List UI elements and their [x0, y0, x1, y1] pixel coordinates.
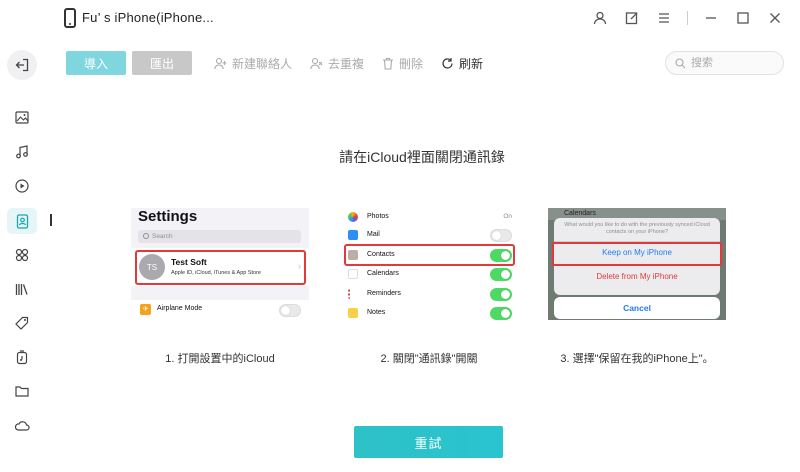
calendars-toggle	[490, 268, 512, 281]
user-icon[interactable]	[589, 9, 611, 27]
step-1-image: Settings Search TS Test Soft Apple ID, i…	[131, 208, 309, 320]
search-input[interactable]	[691, 57, 771, 69]
mail-row: Mail	[340, 226, 518, 246]
menu-icon[interactable]	[653, 9, 675, 27]
separator	[687, 11, 688, 25]
folder-icon[interactable]	[7, 378, 37, 404]
exit-icon[interactable]	[7, 50, 37, 80]
notes-label: Notes	[367, 309, 386, 316]
airplane-icon: ✈	[140, 304, 151, 315]
settings-search: Search	[138, 230, 301, 243]
notes-toggle	[490, 307, 512, 320]
retry-button[interactable]: 重試	[354, 426, 503, 458]
active-indicator	[50, 214, 52, 226]
refresh-button[interactable]: 刷新	[441, 55, 483, 72]
tag-icon[interactable]	[7, 310, 37, 336]
photos-row: Photos On	[340, 208, 518, 228]
sidebar	[0, 36, 44, 472]
mail-toggle	[490, 229, 512, 242]
settings-title: Settings	[138, 208, 198, 225]
photo-icon[interactable]	[7, 104, 37, 130]
video-icon[interactable]	[7, 173, 37, 199]
apps-icon[interactable]	[7, 242, 37, 268]
step-3-caption: 3. 選擇"保留在我的iPhone上"。	[560, 353, 714, 365]
highlight-box	[135, 250, 306, 285]
delete-label: 刪除	[399, 56, 424, 71]
reminders-row: Reminders	[340, 285, 518, 305]
import-button[interactable]: 導入	[66, 51, 126, 75]
airplane-toggle	[279, 304, 301, 317]
dedupe-label: 去重複	[328, 56, 365, 71]
new-contact-label: 新建聯絡人	[232, 56, 293, 71]
new-contact-button[interactable]: 新建聯絡人	[214, 55, 292, 72]
device-name[interactable]: Fu’ s iPhone(iPhone...	[82, 10, 214, 25]
notes-icon	[348, 308, 358, 318]
step-3-image: Calendars What would you like to do with…	[548, 208, 726, 320]
title-bar: Fu’ s iPhone(iPhone...	[0, 0, 800, 36]
step-1-caption: 1. 打開設置中的iCloud	[165, 353, 275, 365]
mail-label: Mail	[367, 231, 380, 238]
action-sheet-message: What would you like to do with the previ…	[564, 222, 710, 235]
airplane-row: ✈ Airplane Mode	[131, 300, 309, 320]
minimize-icon[interactable]	[700, 9, 722, 27]
mail-icon	[348, 230, 358, 240]
edit-icon[interactable]	[621, 9, 643, 27]
ringtone-icon[interactable]	[7, 344, 37, 370]
contacts-icon[interactable]	[7, 208, 37, 234]
airplane-label: Airplane Mode	[157, 305, 203, 312]
maximize-icon[interactable]	[732, 9, 754, 27]
photos-icon	[348, 212, 358, 222]
reminders-label: Reminders	[367, 290, 401, 297]
trash-icon	[383, 57, 394, 70]
reminders-toggle	[490, 288, 512, 301]
cloud-icon[interactable]	[7, 412, 37, 438]
export-button[interactable]: 匯出	[132, 51, 192, 75]
window-controls	[579, 9, 786, 27]
refresh-icon	[442, 57, 453, 69]
books-icon[interactable]	[7, 276, 37, 302]
dedupe-icon	[310, 57, 323, 69]
step-2-image: Photos On Mail Contacts Calendars Remind…	[340, 208, 518, 320]
toolbar: 導入 匯出 新建聯絡人 去重複 刪除 刷新	[66, 51, 483, 75]
instruction-heading: 請在iCloud裡面關閉通訊錄	[339, 149, 505, 165]
highlight-box	[552, 242, 722, 266]
photos-label: Photos	[367, 213, 389, 220]
calendars-icon	[348, 269, 358, 279]
delete-option: Delete from My iPhone	[554, 265, 720, 287]
photos-value: On	[503, 213, 512, 220]
add-user-icon	[214, 57, 227, 69]
step-2-caption: 2. 關閉"通訊錄"開關	[380, 353, 478, 365]
calendars-row: Calendars	[340, 265, 518, 285]
calendars-label: Calendars	[367, 270, 399, 277]
dedupe-button[interactable]: 去重複	[310, 55, 364, 72]
highlight-box	[344, 244, 515, 266]
refresh-label: 刷新	[459, 56, 484, 71]
notes-row: Notes	[340, 304, 518, 320]
delete-button[interactable]: 刪除	[382, 55, 423, 72]
reminders-icon	[348, 289, 358, 299]
cancel-option: Cancel	[554, 297, 720, 319]
search-box	[665, 51, 784, 75]
search-icon	[675, 57, 686, 68]
phone-icon	[64, 8, 76, 28]
close-icon[interactable]	[764, 9, 786, 27]
